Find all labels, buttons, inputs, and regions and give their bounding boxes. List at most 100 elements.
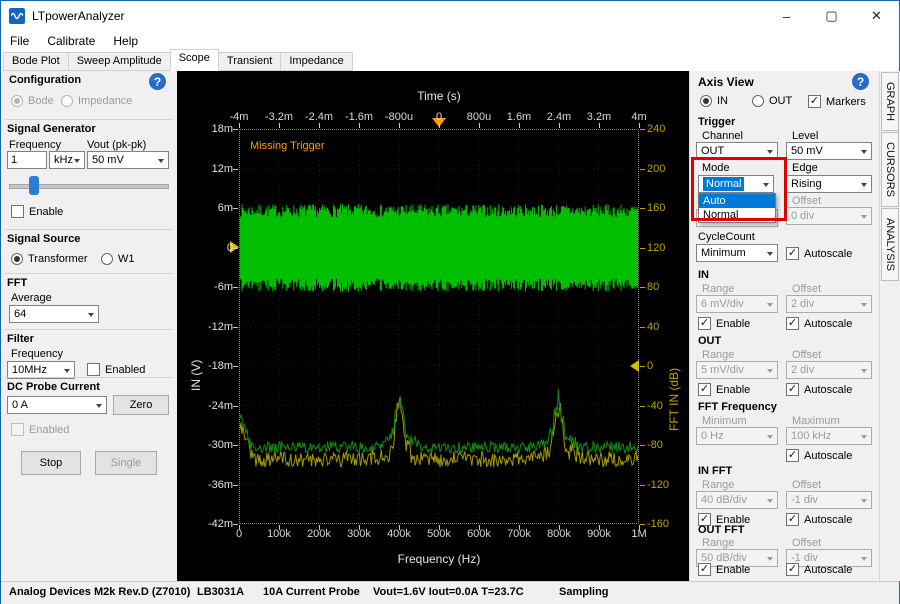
filter-enabled-checkbox[interactable]: Enabled bbox=[87, 363, 145, 376]
checkbox-box bbox=[786, 513, 799, 526]
app-icon bbox=[9, 8, 25, 24]
chevron-down-icon bbox=[861, 303, 867, 307]
out-fft-autoscale-checkbox[interactable]: Autoscale bbox=[786, 563, 852, 576]
close-button[interactable]: ✕ bbox=[854, 1, 899, 31]
checkbox-box bbox=[698, 317, 711, 330]
time-tick-label: 1.6m bbox=[497, 111, 541, 123]
fft-tick-label: 200 bbox=[647, 163, 691, 175]
side-tab-analysis[interactable]: ANALYSIS bbox=[881, 208, 899, 281]
time-tick-label: 3.2m bbox=[577, 111, 621, 123]
cyclecount-select[interactable]: Minimum bbox=[696, 244, 778, 262]
time-tick bbox=[599, 123, 600, 128]
maximize-button[interactable]: ▢ bbox=[809, 1, 854, 31]
axis-out-radio[interactable]: OUT bbox=[752, 95, 792, 107]
tab-transient[interactable]: Transient bbox=[218, 52, 281, 71]
fft-tick-label: 160 bbox=[647, 202, 691, 214]
fft-tick-label: 240 bbox=[647, 123, 691, 135]
radio-dot bbox=[11, 253, 23, 265]
time-tick bbox=[359, 123, 360, 128]
markers-checkbox[interactable]: Markers bbox=[808, 95, 866, 108]
single-button: Single bbox=[95, 451, 157, 475]
tab-bode-plot[interactable]: Bode Plot bbox=[3, 52, 69, 71]
help-icon[interactable]: ? bbox=[852, 73, 869, 90]
time-tick bbox=[239, 123, 240, 128]
fft-tick bbox=[640, 208, 645, 209]
in-range-select: 6 mV/div bbox=[696, 295, 778, 313]
freq-tick bbox=[519, 525, 520, 530]
freq-tick bbox=[639, 525, 640, 530]
tab-impedance[interactable]: Impedance bbox=[280, 52, 352, 71]
tab-sweep-amplitude[interactable]: Sweep Amplitude bbox=[68, 52, 171, 71]
out-enable-checkbox[interactable]: Enable bbox=[698, 383, 750, 396]
chevron-down-icon bbox=[158, 159, 164, 163]
app-window: LTpowerAnalyzer – ▢ ✕ File Calibrate Hel… bbox=[0, 0, 900, 604]
tab-scope[interactable]: Scope bbox=[170, 49, 219, 71]
trigger-mode-select[interactable]: Normal bbox=[698, 175, 774, 193]
plot-area[interactable]: Missing Trigger bbox=[239, 129, 639, 524]
fft-tick bbox=[640, 129, 645, 130]
zero-button[interactable]: Zero bbox=[113, 395, 169, 415]
fft-frequency-autoscale-checkbox[interactable]: Autoscale bbox=[786, 449, 852, 462]
axis-view-panel: Axis View ? IN OUT Markers Trigger Chann… bbox=[689, 71, 880, 581]
dc-probe-current-select[interactable]: 0 A bbox=[7, 396, 107, 414]
in-fft-autoscale-checkbox[interactable]: Autoscale bbox=[786, 513, 852, 526]
transformer-radio[interactable]: Transformer bbox=[11, 253, 88, 265]
in-fft-offset-select: -1 div bbox=[786, 491, 872, 509]
mode-option-auto[interactable]: Auto bbox=[699, 194, 775, 208]
frequency-unit-select[interactable]: kHz bbox=[49, 151, 85, 169]
checkbox-box bbox=[698, 383, 711, 396]
amplitude-slider-thumb[interactable] bbox=[29, 176, 39, 195]
axis-in-radio[interactable]: IN bbox=[700, 95, 728, 107]
filter-frequency-label: Frequency bbox=[11, 348, 63, 360]
time-tick bbox=[559, 123, 560, 128]
title-bar: LTpowerAnalyzer – ▢ ✕ bbox=[1, 1, 899, 31]
fft-tick-label: -120 bbox=[647, 479, 691, 491]
vout-select[interactable]: 50 mV bbox=[87, 151, 169, 169]
time-tick bbox=[439, 123, 440, 128]
out-fft-enable-checkbox[interactable]: Enable bbox=[698, 563, 750, 576]
side-tab-cursors[interactable]: CURSORS bbox=[881, 132, 899, 207]
average-label: Average bbox=[11, 292, 52, 304]
freq-tick bbox=[439, 525, 440, 530]
filter-title: Filter bbox=[7, 333, 34, 345]
chevron-down-icon bbox=[861, 215, 867, 219]
stop-button[interactable]: Stop bbox=[21, 451, 81, 475]
divider bbox=[5, 273, 173, 274]
in-enable-checkbox[interactable]: Enable bbox=[698, 317, 750, 330]
trigger-level-select[interactable]: 50 mV bbox=[786, 142, 872, 160]
status-probe: 10A Current Probe bbox=[263, 586, 360, 598]
w1-radio[interactable]: W1 bbox=[101, 253, 135, 265]
menu-help[interactable]: Help bbox=[104, 32, 147, 50]
menu-calibrate[interactable]: Calibrate bbox=[38, 32, 104, 50]
trigger-offset-select: 0 div bbox=[786, 207, 872, 225]
in-tick bbox=[233, 445, 238, 446]
fft-average-select[interactable]: 64 bbox=[9, 305, 99, 323]
in-tick-label: -24m bbox=[191, 400, 233, 412]
mode-option-normal[interactable]: Normal bbox=[699, 208, 775, 222]
chevron-down-icon bbox=[767, 557, 773, 561]
in-fft-title: IN FFT bbox=[698, 465, 732, 477]
in-autoscale-checkbox[interactable]: Autoscale bbox=[786, 317, 852, 330]
trigger-channel-select[interactable]: OUT bbox=[696, 142, 778, 160]
side-tab-graph[interactable]: GRAPH bbox=[881, 72, 899, 131]
channel-label: Channel bbox=[702, 130, 743, 142]
frequency-input[interactable] bbox=[7, 151, 47, 169]
menu-file[interactable]: File bbox=[1, 32, 38, 50]
fft-offset-marker[interactable] bbox=[630, 360, 639, 372]
frequency-label: Frequency bbox=[9, 139, 61, 151]
trigger-autoscale-checkbox[interactable]: Autoscale bbox=[786, 247, 852, 260]
in-tick-label: 0 bbox=[191, 242, 233, 254]
bode-radio: Bode bbox=[11, 95, 54, 107]
help-icon[interactable]: ? bbox=[149, 73, 166, 90]
out-autoscale-checkbox[interactable]: Autoscale bbox=[786, 383, 852, 396]
in-tick-label: -30m bbox=[191, 439, 233, 451]
fft-tick-label: 120 bbox=[647, 242, 691, 254]
checkbox-box bbox=[786, 449, 799, 462]
divider bbox=[5, 377, 173, 378]
trigger-edge-select[interactable]: Rising bbox=[786, 175, 872, 193]
window-title: LTpowerAnalyzer bbox=[32, 9, 124, 23]
in-tick-label: -12m bbox=[191, 321, 233, 333]
chevron-down-icon bbox=[861, 183, 867, 187]
enable-generator-checkbox[interactable]: Enable bbox=[11, 205, 63, 218]
minimize-button[interactable]: – bbox=[764, 1, 809, 31]
